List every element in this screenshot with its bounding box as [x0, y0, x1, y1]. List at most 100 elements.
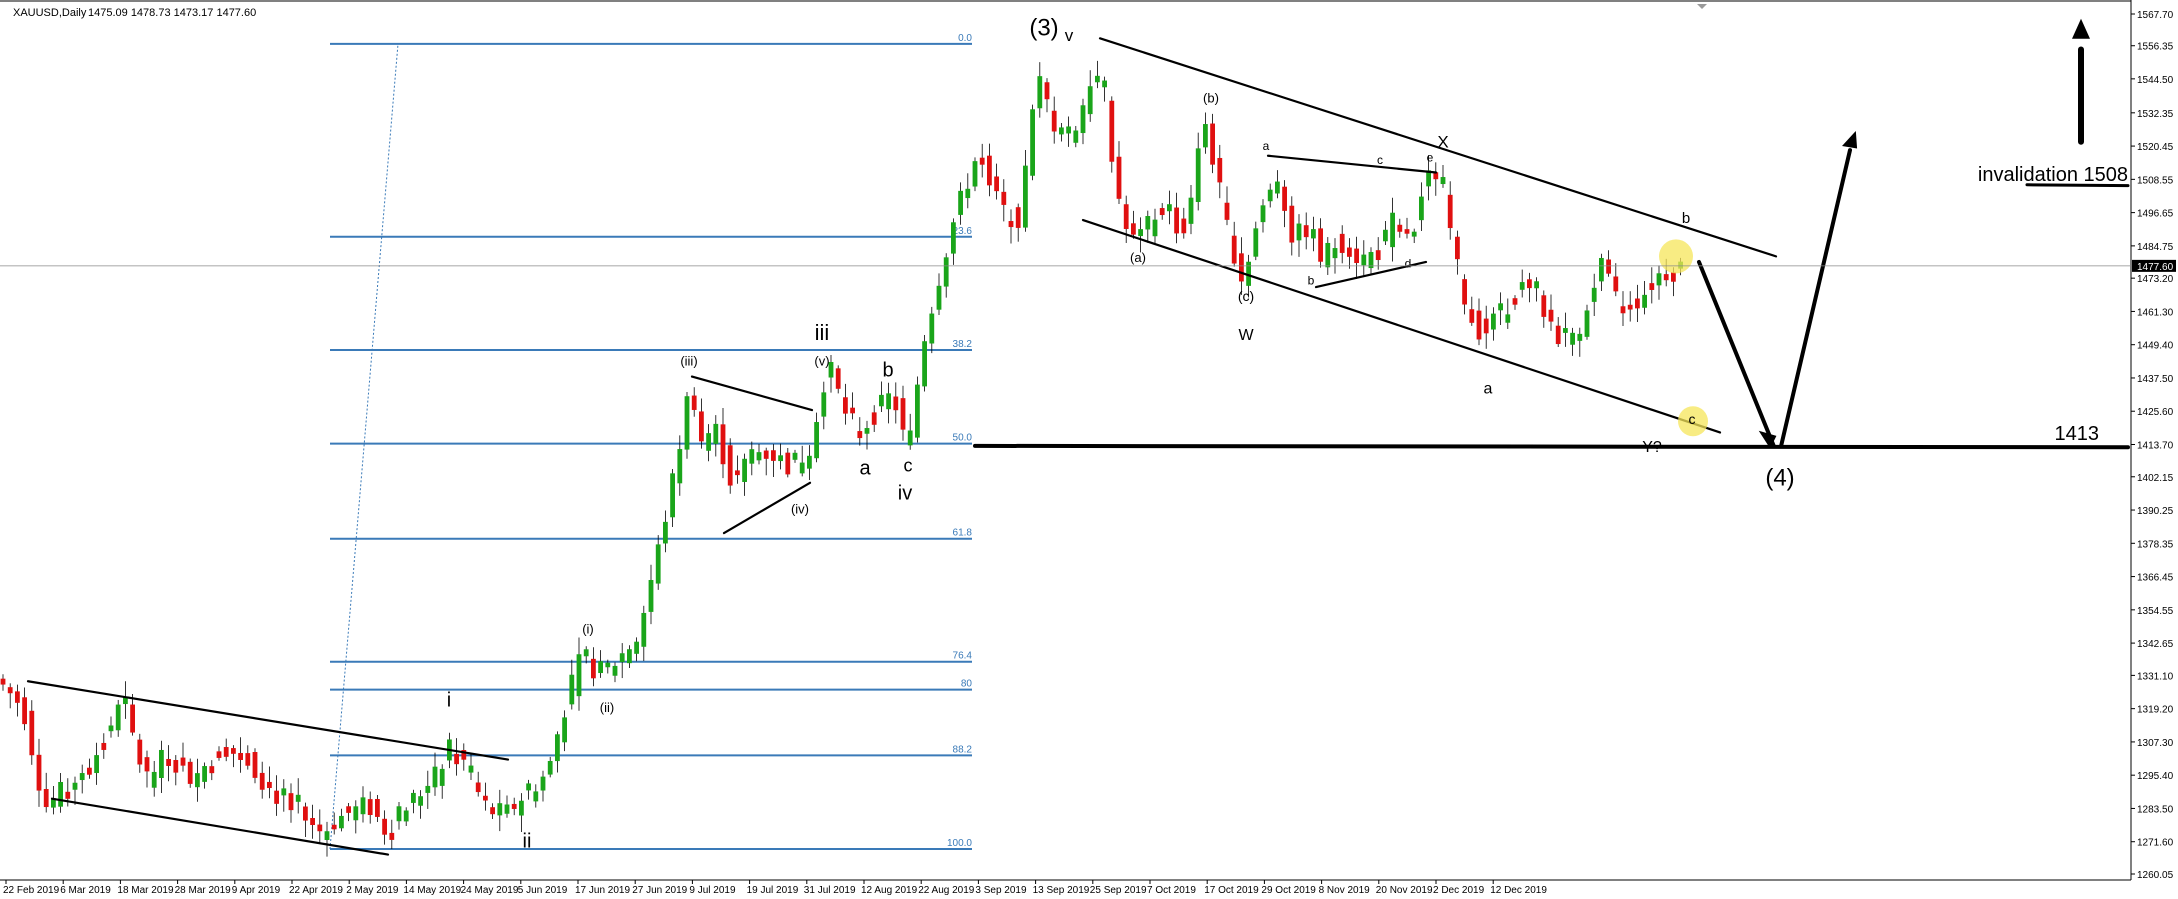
candle-down [691, 395, 697, 410]
candle-down [871, 412, 877, 425]
candle-up [504, 804, 510, 814]
candle-up [1591, 287, 1597, 302]
price-tick-label: 1354.55 [2137, 606, 2174, 617]
candle-down [43, 789, 49, 808]
candle-down [7, 687, 13, 694]
candle-up [72, 782, 78, 790]
candle-up [778, 455, 783, 462]
candle-up [576, 654, 582, 697]
candle-up [1325, 242, 1331, 268]
candle-down [893, 396, 899, 411]
price-tick-label: 1283.50 [2137, 804, 2174, 815]
fib-level-label: 0.0 [958, 33, 972, 44]
wave-label: (ii) [600, 700, 614, 715]
candle-down [1512, 298, 1518, 305]
candle-down [1181, 218, 1187, 234]
candle-down [1613, 276, 1619, 292]
candle-up [115, 704, 121, 731]
candle-down [1116, 156, 1122, 199]
candle-up [1383, 229, 1388, 242]
candle-down [1289, 205, 1295, 243]
price-tick-label: 1390.25 [2137, 506, 2174, 517]
time-tick-label: 12 Dec 2019 [1490, 885, 1547, 896]
candle-up [1080, 105, 1086, 134]
wave-label: b [882, 360, 893, 382]
wave-label: (v) [814, 353, 829, 368]
candle-up [79, 773, 85, 781]
candle-up [1260, 205, 1266, 223]
candle-down [1231, 235, 1237, 264]
candle-down [1469, 309, 1475, 323]
price-tick-label: 1484.75 [2137, 242, 2174, 253]
candle-down [1649, 283, 1655, 290]
candle-up [555, 734, 560, 762]
candle-up [749, 449, 755, 464]
candle-up [936, 285, 942, 310]
candle-down [1217, 157, 1223, 183]
wave-label: d [1405, 257, 1412, 271]
time-tick-label: 12 Aug 2019 [861, 885, 918, 896]
candle-down [180, 757, 186, 766]
wave-label: (a) [1130, 250, 1146, 265]
candle-up [1599, 257, 1604, 282]
wave-label: a [1263, 139, 1270, 153]
time-tick-label: 17 Oct 2019 [1204, 885, 1259, 896]
candle-up [663, 521, 668, 544]
candle-down [1354, 248, 1359, 264]
candle-up [598, 661, 603, 674]
price-tick-label: 1366.45 [2137, 573, 2174, 584]
candle-up [1519, 282, 1525, 290]
candle-up [1267, 189, 1273, 202]
wave-label: c [1689, 411, 1696, 427]
wave-label: a [1484, 380, 1493, 397]
candle-up [353, 806, 359, 821]
candle-up [951, 222, 956, 254]
candle-down [367, 799, 373, 815]
candle-up [468, 765, 474, 773]
candle-up [605, 662, 611, 668]
candle-up [1138, 229, 1143, 237]
candle-down [389, 832, 395, 840]
price-tick-label: 1473.20 [2137, 274, 2174, 285]
candle-up [151, 771, 157, 788]
candle-up [439, 768, 445, 786]
candle-up [1491, 313, 1496, 330]
chart: 0.0 23.6 38.2 50.0 61.8 76.4 80 88.2 100.0 i ii ii… [0, 0, 2178, 899]
candle-down [994, 176, 999, 192]
candle-up [627, 649, 632, 664]
candle-up [612, 665, 618, 676]
candle-up [1167, 204, 1172, 212]
time-tick-label: 17 Jun 2019 [575, 885, 630, 896]
candle-up [547, 760, 553, 775]
candle-up [562, 717, 567, 743]
candle-up [706, 433, 711, 451]
price-tick-label: 1508.55 [2137, 175, 2174, 186]
price-tick-label: 1532.35 [2137, 109, 2174, 120]
price-tick-label: 1544.50 [2137, 75, 2174, 86]
candle-down [1210, 123, 1215, 165]
fib-level-label: 76.4 [953, 651, 973, 662]
price-tick-label: 1271.60 [2137, 838, 2174, 849]
candle-down [591, 658, 596, 679]
candle-down [699, 411, 704, 442]
candle-down [857, 431, 863, 439]
wave-label: iii [815, 320, 830, 345]
candle-down [317, 824, 323, 832]
wave-label: (c) [1238, 288, 1254, 304]
candle-down [346, 806, 351, 813]
time-tick-label: 2 Dec 2019 [1433, 885, 1485, 896]
price-tick-label: 1342.65 [2137, 639, 2174, 650]
price-tick-label: 1496.65 [2137, 209, 2174, 220]
time-tick-label: 31 Jul 2019 [804, 885, 856, 896]
wave-label: b [1308, 273, 1315, 287]
candle-down [137, 739, 143, 765]
candle-up [655, 544, 661, 584]
candle-down [288, 793, 294, 811]
candle-up [634, 641, 639, 654]
candle-up [432, 766, 438, 788]
candle-down [1001, 191, 1007, 205]
candle-up [943, 257, 949, 287]
candle-down [209, 766, 215, 774]
candle-down [1015, 207, 1021, 228]
candle-up [886, 393, 891, 410]
